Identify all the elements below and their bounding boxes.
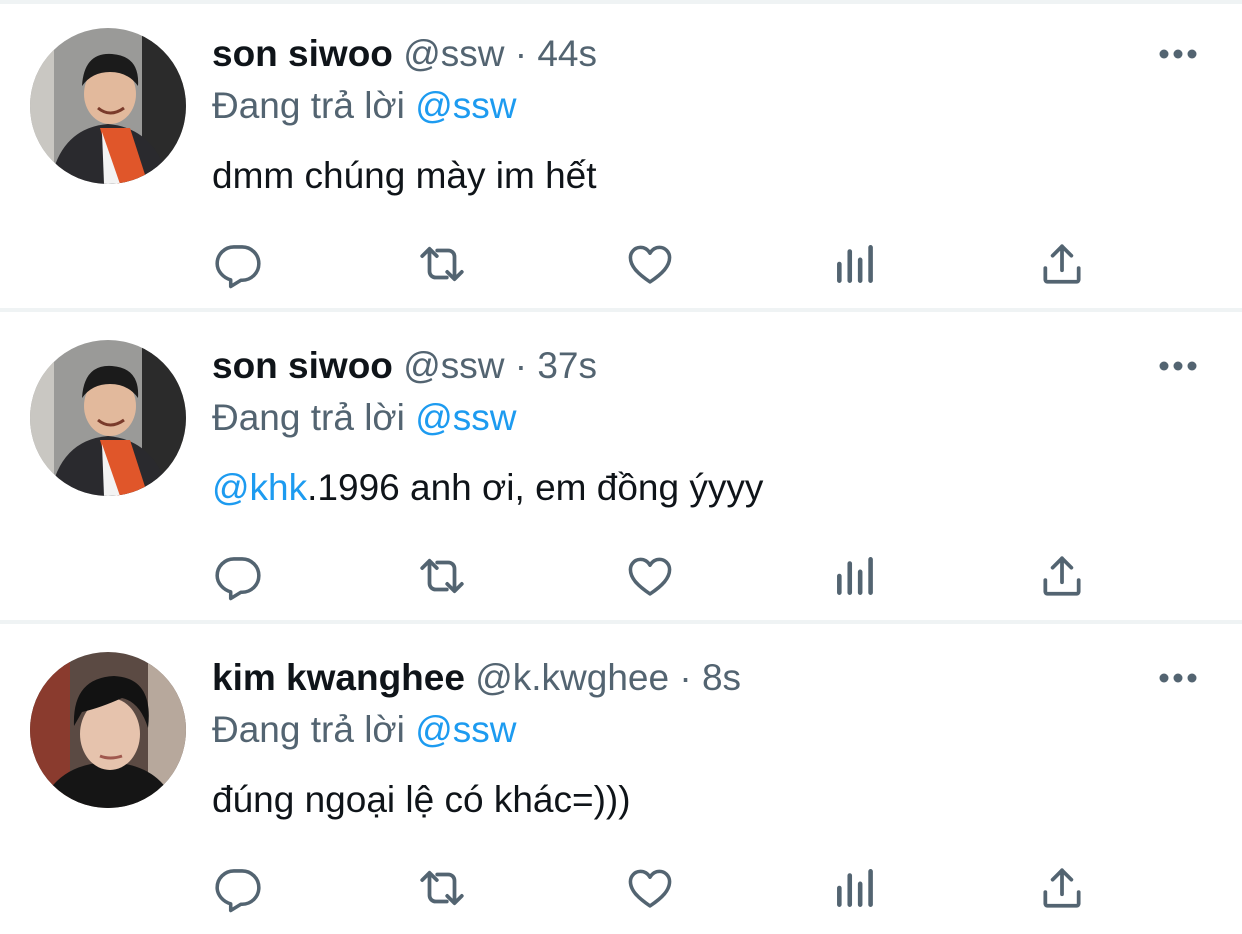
retweet-button[interactable] <box>414 860 470 916</box>
like-button[interactable] <box>622 860 678 916</box>
more-options-button[interactable] <box>1150 36 1206 72</box>
avatar-photo <box>30 28 186 184</box>
handle[interactable]: @ssw <box>403 33 504 74</box>
display-name[interactable]: kim kwanghee <box>212 657 465 698</box>
display-name[interactable]: son siwoo <box>212 33 393 74</box>
replying-to-handle[interactable]: @ssw <box>415 397 516 438</box>
tweet-body: đúng ngoại lệ có khác=))) <box>212 779 631 820</box>
replying-to: Đang trả lời @ssw <box>212 706 516 754</box>
retweet-button[interactable] <box>414 548 470 604</box>
retweet-icon <box>420 558 464 594</box>
replying-to-label: Đang trả lời <box>212 397 405 438</box>
tweet-text: đúng ngoại lệ có khác=))) <box>212 776 631 824</box>
handle[interactable]: @k.kwghee <box>475 657 669 698</box>
more-icon <box>1159 673 1197 683</box>
avatar[interactable] <box>30 28 186 184</box>
avatar[interactable] <box>30 340 186 496</box>
replying-to-label: Đang trả lời <box>212 85 405 126</box>
like-button[interactable] <box>622 548 678 604</box>
views-icon <box>837 557 873 595</box>
replying-to-handle[interactable]: @ssw <box>415 709 516 750</box>
views-button[interactable] <box>828 860 884 916</box>
share-icon <box>1043 556 1081 596</box>
avatar[interactable] <box>30 652 186 808</box>
like-icon <box>628 869 672 908</box>
tweet-body: dmm chúng mày im hết <box>212 155 597 196</box>
share-button[interactable] <box>1034 548 1090 604</box>
tweet-header: kim kwanghee @k.kwghee · 8s <box>212 654 741 702</box>
handle[interactable]: @ssw <box>403 345 504 386</box>
timestamp[interactable]: 44s <box>537 33 597 74</box>
display-name[interactable]: son siwoo <box>212 345 393 386</box>
tweet-text: dmm chúng mày im hết <box>212 152 597 200</box>
tweet-feed: son siwoo @ssw · 44s Đang trả lời @ssw d… <box>0 0 1242 934</box>
replying-to: Đang trả lời @ssw <box>212 394 516 442</box>
share-button[interactable] <box>1034 236 1090 292</box>
separator: · <box>679 657 692 698</box>
like-icon <box>628 245 672 284</box>
views-button[interactable] <box>828 236 884 292</box>
like-icon <box>628 557 672 596</box>
avatar-photo <box>30 340 186 496</box>
replying-to-label: Đang trả lời <box>212 709 405 750</box>
share-icon <box>1043 244 1081 284</box>
more-icon <box>1159 49 1197 59</box>
text-mention[interactable]: @khk <box>212 467 307 508</box>
views-icon <box>837 869 873 907</box>
more-icon <box>1159 361 1197 371</box>
replying-to: Đang trả lời @ssw <box>212 82 516 130</box>
more-options-button[interactable] <box>1150 348 1206 384</box>
share-icon <box>1043 868 1081 908</box>
more-options-button[interactable] <box>1150 660 1206 696</box>
separator: · <box>514 345 528 386</box>
tweet[interactable]: kim kwanghee @k.kwghee · 8s Đang trả lời… <box>0 624 1242 934</box>
reply-icon <box>215 557 261 601</box>
tweet[interactable]: son siwoo @ssw · 37s Đang trả lời @ssw @… <box>0 312 1242 624</box>
views-icon <box>837 245 873 283</box>
retweet-icon <box>420 870 464 906</box>
separator: · <box>514 33 528 74</box>
replying-to-handle[interactable]: @ssw <box>415 85 516 126</box>
reply-button[interactable] <box>210 860 266 916</box>
reply-button[interactable] <box>210 236 266 292</box>
tweet[interactable]: son siwoo @ssw · 44s Đang trả lời @ssw d… <box>0 0 1242 312</box>
views-button[interactable] <box>828 548 884 604</box>
avatar-photo <box>30 652 186 808</box>
tweet-body: .1996 anh ơi, em đồng ýyyy <box>307 467 764 508</box>
reply-button[interactable] <box>210 548 266 604</box>
timestamp[interactable]: 37s <box>537 345 597 386</box>
tweet-header: son siwoo @ssw · 37s <box>212 342 597 390</box>
like-button[interactable] <box>622 236 678 292</box>
retweet-button[interactable] <box>414 236 470 292</box>
reply-icon <box>215 869 261 913</box>
timestamp[interactable]: 8s <box>702 657 741 698</box>
tweet-header: son siwoo @ssw · 44s <box>212 30 597 78</box>
share-button[interactable] <box>1034 860 1090 916</box>
retweet-icon <box>420 246 464 282</box>
reply-icon <box>215 245 261 289</box>
tweet-text: @khk.1996 anh ơi, em đồng ýyyy <box>212 464 763 512</box>
